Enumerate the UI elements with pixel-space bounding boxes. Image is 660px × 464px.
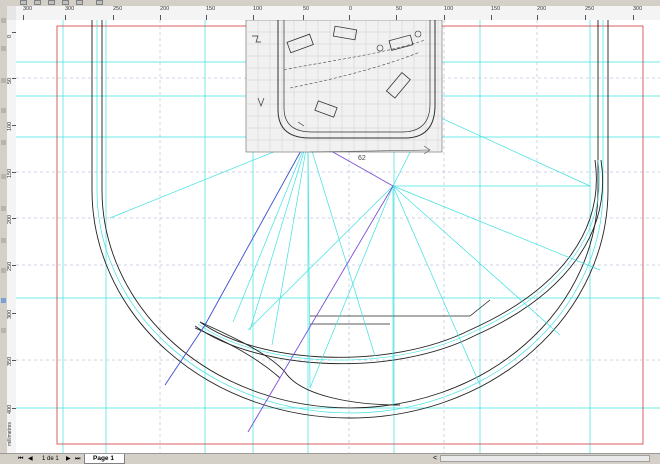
track-inner-loop-rail (194, 159, 603, 365)
ruler-tick-label: 350 (7, 356, 13, 366)
tool-button[interactable] (1, 140, 6, 145)
toolbar-icon[interactable] (34, 0, 41, 5)
track-branch-rail (194, 327, 281, 379)
ruler-tick-label: 0 (7, 34, 13, 38)
ruler-tick-label: 250 (113, 6, 123, 12)
toolbar-icon[interactable] (76, 0, 83, 5)
status-bar: ⏮ ◀ 1 de 1 ▶ ⏭ Page 1 < (0, 453, 660, 464)
tool-button[interactable] (1, 238, 6, 243)
toolbar-icon[interactable] (20, 0, 27, 5)
ruler-tick-label: 100 (253, 6, 263, 12)
radial-line-blue (204, 137, 309, 326)
sketch-image[interactable] (245, 20, 443, 155)
first-page-button[interactable]: ⏮ (18, 455, 23, 463)
sketch-annotation: 62 (358, 155, 366, 162)
ruler-tick-label: 100 (7, 121, 13, 131)
last-page-button[interactable]: ⏭ (75, 455, 80, 463)
horizontal-ruler[interactable]: 300 300 250 200 150 100 50 0 50 100 150 200 250 300 (16, 6, 660, 21)
ruler-tick-label: 200 (7, 214, 13, 224)
ruler-unit-label: millimetres (7, 422, 13, 446)
prev-page-button[interactable]: ◀ (28, 455, 33, 463)
toolbar-icon[interactable] (48, 0, 55, 5)
toolbar-icon[interactable] (62, 0, 69, 5)
ruler-tick-label: 250 (585, 6, 595, 12)
ruler-tick-label: 150 (7, 168, 13, 178)
drawing-canvas[interactable]: 62 (16, 20, 660, 453)
tool-button[interactable] (1, 328, 6, 333)
ruler-tick-label: 50 (303, 6, 310, 12)
horizontal-scrollbar[interactable]: < (433, 455, 650, 462)
tool-button[interactable] (1, 18, 6, 23)
siding-track (310, 299, 491, 317)
ruler-tick-label: 200 (160, 6, 170, 12)
tool-button[interactable] (1, 46, 6, 51)
page-counter: 1 de 1 (42, 456, 59, 462)
ruler-tick-label: 250 (7, 261, 13, 271)
ruler-tick-label: 100 (444, 6, 454, 12)
ruler-tick-label: 300 (65, 6, 75, 12)
ruler-tick-label: 0 (349, 6, 353, 12)
radial-line-blue-ext (164, 324, 206, 386)
ruler-tick-label: 400 (7, 404, 13, 414)
tool-button-active[interactable] (1, 298, 6, 303)
radial-line-purple (247, 185, 394, 433)
drawing-svg[interactable]: 62 (16, 20, 660, 453)
tool-button[interactable] (1, 108, 6, 113)
toolbar-icon[interactable] (96, 0, 103, 5)
ruler-tick-label: 300 (7, 309, 13, 319)
radial-lines-a (109, 137, 376, 389)
scroll-left-arrow[interactable]: < (433, 455, 437, 462)
ruler-tick-label: 300 (633, 6, 643, 12)
track-branch (199, 321, 401, 406)
ruler-tick-label: 200 (537, 6, 547, 12)
tool-button[interactable] (1, 78, 6, 83)
tool-button[interactable] (1, 268, 6, 273)
ruler-tick-label: 150 (206, 6, 216, 12)
tool-button[interactable] (1, 206, 6, 211)
ruler-tick-label: 300 (23, 6, 33, 12)
tool-button[interactable] (1, 174, 6, 179)
next-page-button[interactable]: ▶ (66, 455, 71, 463)
ruler-tick-label: 150 (491, 6, 501, 12)
ruler-tick-label: 50 (396, 6, 403, 12)
